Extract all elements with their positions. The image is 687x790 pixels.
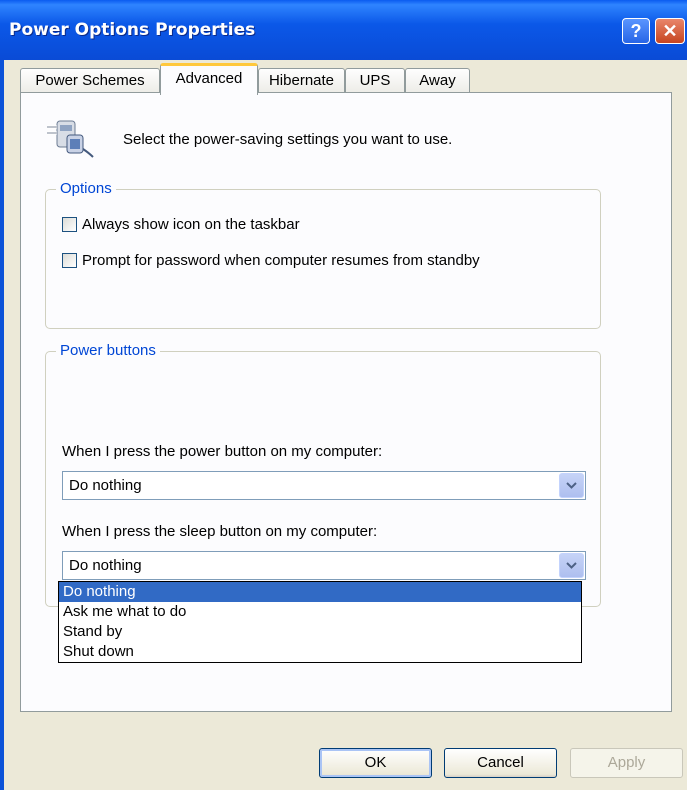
power-settings-icon bbox=[47, 120, 94, 158]
power-button-value: Do nothing bbox=[69, 477, 142, 494]
sleep-options-dropdown-list[interactable]: Do nothing Ask me what to do Stand by Sh… bbox=[58, 581, 582, 663]
sleep-button-value: Do nothing bbox=[69, 557, 142, 574]
dropdown-option-ask-me[interactable]: Ask me what to do bbox=[59, 602, 581, 622]
chevron-down-icon bbox=[566, 482, 577, 489]
power-buttons-legend: Power buttons bbox=[56, 342, 160, 359]
header-text: Select the power-saving settings you wan… bbox=[123, 131, 453, 148]
options-legend: Options bbox=[56, 180, 116, 197]
always-show-icon-checkbox[interactable]: Always show icon on the taskbar bbox=[62, 216, 300, 233]
tab-ups[interactable]: UPS bbox=[345, 68, 405, 94]
dropdown-option-do-nothing[interactable]: Do nothing bbox=[59, 582, 581, 602]
title-bar[interactable]: Power Options Properties ? ✕ bbox=[0, 0, 687, 60]
tab-strip: Power Schemes Advanced Hibernate UPS Awa… bbox=[20, 63, 660, 95]
prompt-password-label[interactable]: Prompt for password when computer resume… bbox=[82, 252, 480, 269]
help-button[interactable]: ? bbox=[622, 18, 650, 44]
dropdown-option-shut-down[interactable]: Shut down bbox=[59, 642, 581, 662]
tab-advanced[interactable]: Advanced bbox=[160, 63, 258, 95]
sleep-button-combobox[interactable]: Do nothing bbox=[62, 551, 586, 580]
power-button-label: When I press the power button on my comp… bbox=[62, 443, 383, 460]
chevron-down-icon bbox=[566, 562, 577, 569]
cancel-button[interactable]: Cancel bbox=[444, 748, 557, 778]
power-button-dropdown-arrow[interactable] bbox=[559, 473, 584, 498]
power-button-combobox[interactable]: Do nothing bbox=[62, 471, 586, 500]
checkbox-box[interactable] bbox=[62, 253, 77, 268]
power-options-window: Power Options Properties ? ✕ Power Schem… bbox=[0, 0, 687, 790]
sleep-button-label: When I press the sleep button on my comp… bbox=[62, 523, 378, 540]
checkbox-box[interactable] bbox=[62, 217, 77, 232]
tab-hibernate[interactable]: Hibernate bbox=[258, 68, 345, 94]
tab-away[interactable]: Away bbox=[405, 68, 470, 94]
options-groupbox: Options Always show icon on the taskbar … bbox=[45, 180, 601, 329]
close-button[interactable]: ✕ bbox=[655, 18, 685, 44]
window-title: Power Options Properties bbox=[9, 20, 256, 40]
dialog-client-area: Power Schemes Advanced Hibernate UPS Awa… bbox=[4, 60, 687, 790]
tab-power-schemes[interactable]: Power Schemes bbox=[20, 68, 160, 94]
dropdown-option-stand-by[interactable]: Stand by bbox=[59, 622, 581, 642]
always-show-icon-label[interactable]: Always show icon on the taskbar bbox=[82, 216, 300, 233]
apply-button[interactable]: Apply bbox=[570, 748, 683, 778]
prompt-password-checkbox[interactable]: Prompt for password when computer resume… bbox=[62, 252, 480, 269]
ok-button[interactable]: OK bbox=[319, 748, 432, 778]
sleep-button-dropdown-arrow[interactable] bbox=[559, 553, 584, 578]
